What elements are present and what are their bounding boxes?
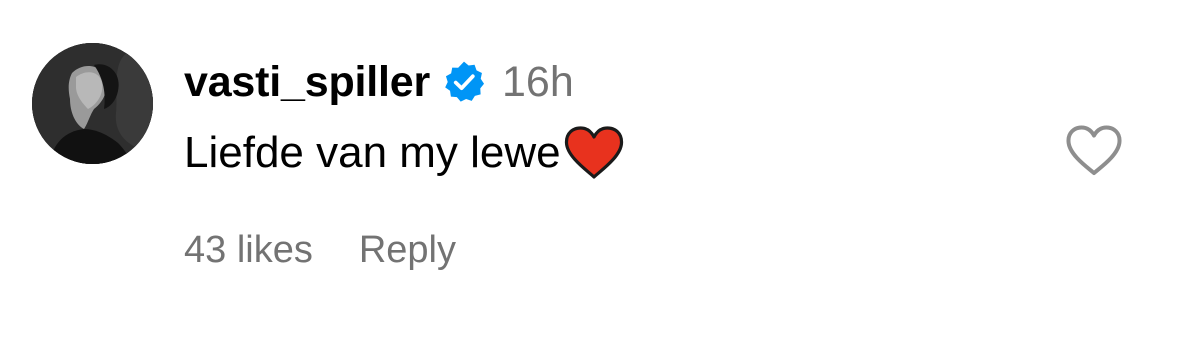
comment-meta: 43 likes Reply (184, 222, 456, 278)
username[interactable]: vasti_spiller (184, 58, 430, 107)
comment-item: vasti_spiller 16h Liefde van my lewe 43 … (0, 0, 1179, 350)
comment-header: vasti_spiller 16h (184, 52, 574, 112)
likes-count[interactable]: 43 likes (184, 229, 313, 272)
timestamp[interactable]: 16h (502, 58, 574, 107)
reply-button[interactable]: Reply (359, 229, 456, 272)
verified-badge-icon (442, 60, 486, 104)
heart-outline-icon (1064, 125, 1124, 183)
comment-text: Liefde van my lewe (184, 128, 561, 177)
like-button[interactable] (1064, 123, 1124, 179)
red-heart-emoji-icon (563, 125, 625, 181)
comment-body: Liefde van my lewe (184, 124, 625, 182)
avatar[interactable] (32, 43, 153, 164)
